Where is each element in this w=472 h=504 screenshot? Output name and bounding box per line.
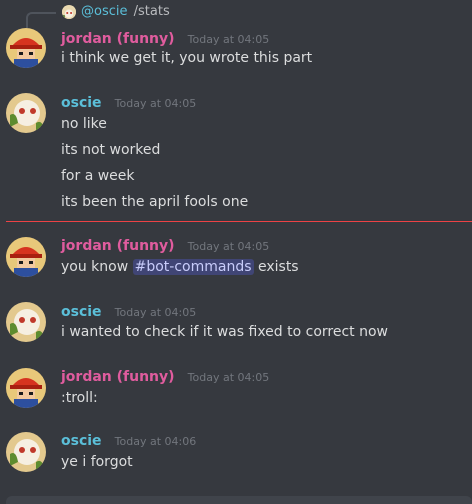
message-text: ye i forgot: [61, 454, 133, 470]
message-group: oscie Today at 04:05 i wanted to check i…: [0, 300, 472, 350]
message-group: oscie Today at 04:05 no like its not wor…: [0, 90, 472, 215]
message-text: its been the april fools one: [61, 194, 249, 210]
author-name[interactable]: oscie: [61, 433, 102, 449]
author-name[interactable]: oscie: [61, 304, 102, 320]
message-text: :troll:: [61, 390, 98, 406]
message-header: oscie Today at 04:05: [61, 92, 196, 114]
message-group: jordan (funny) Today at 04:05 you know #…: [0, 235, 472, 285]
reply-text[interactable]: @oscie /stats: [81, 4, 170, 20]
message-text-after: exists: [253, 259, 299, 275]
message-text: no like: [61, 116, 107, 132]
jordan-avatar-icon[interactable]: [6, 237, 46, 277]
message-header: jordan (funny) Today at 04:05: [61, 366, 269, 388]
message-group: jordan (funny) Today at 04:05 :troll:: [0, 366, 472, 416]
chat-message-list: @oscie /stats jordan (funny) Today at 04…: [0, 0, 472, 504]
message-group: oscie Today at 04:06 ye i forgot: [0, 430, 472, 480]
message-composer[interactable]: [6, 496, 472, 504]
timestamp[interactable]: Today at 04:05: [188, 371, 270, 384]
author-name[interactable]: jordan (funny): [61, 31, 175, 47]
channel-mention[interactable]: #bot-commands: [132, 259, 254, 275]
reply-content[interactable]: /stats: [134, 4, 170, 19]
message-text: for a week: [61, 168, 135, 184]
jordan-avatar-icon[interactable]: [6, 368, 46, 408]
message-text: i think we get it, you wrote this part: [61, 50, 313, 66]
oscie-avatar-icon[interactable]: [6, 302, 46, 342]
message-header: oscie Today at 04:06: [61, 430, 196, 452]
message-text: its not worked: [61, 142, 161, 158]
message-header: jordan (funny) Today at 04:05: [61, 235, 269, 257]
new-messages-divider: [6, 221, 472, 222]
message-header: oscie Today at 04:05: [61, 301, 196, 323]
author-name[interactable]: oscie: [61, 95, 102, 111]
message-header: jordan (funny) Today at 04:05: [61, 28, 269, 50]
reply-avatar-icon[interactable]: [62, 5, 76, 19]
author-name[interactable]: jordan (funny): [61, 369, 175, 385]
timestamp[interactable]: Today at 04:05: [188, 240, 270, 253]
message-text: you know #bot-commands exists: [61, 257, 299, 277]
reply-author[interactable]: @oscie: [81, 4, 127, 19]
timestamp[interactable]: Today at 04:05: [188, 33, 270, 46]
jordan-avatar-icon[interactable]: [6, 28, 46, 68]
message-text-before: you know: [61, 259, 133, 275]
oscie-avatar-icon[interactable]: [6, 432, 46, 472]
reply-preview[interactable]: @oscie /stats: [0, 0, 472, 28]
timestamp[interactable]: Today at 04:06: [115, 435, 197, 448]
message-group: jordan (funny) Today at 04:05 i think we…: [0, 26, 472, 76]
oscie-avatar-icon[interactable]: [6, 93, 46, 133]
timestamp[interactable]: Today at 04:05: [115, 97, 197, 110]
timestamp[interactable]: Today at 04:05: [115, 306, 197, 319]
author-name[interactable]: jordan (funny): [61, 238, 175, 254]
message-text: i wanted to check if it was fixed to cor…: [61, 324, 388, 340]
